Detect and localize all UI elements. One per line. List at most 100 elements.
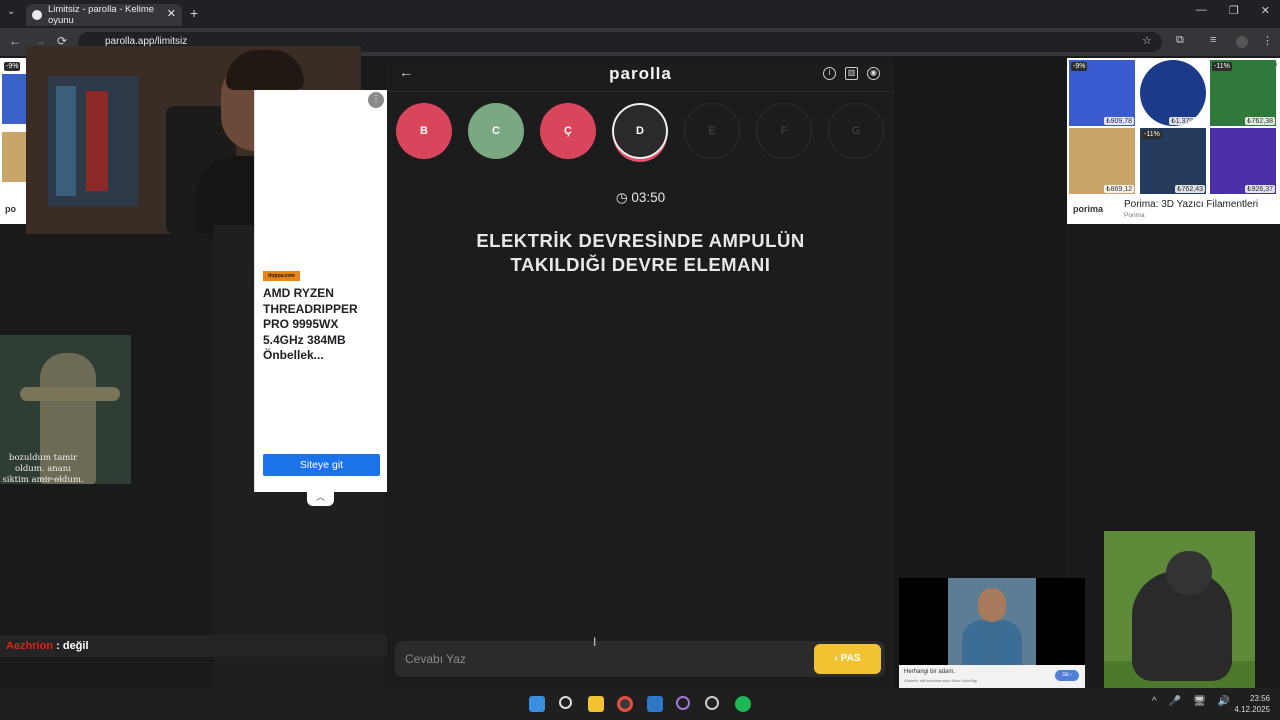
letter-circle-c-cedilla: Ç: [540, 103, 596, 159]
start-windows-icon[interactable]: [529, 696, 545, 712]
reading-list-icon[interactable]: ≡: [1210, 34, 1216, 46]
chevron-right-icon: ›: [834, 653, 838, 664]
letter-circle-d-active: D: [612, 103, 668, 159]
window-close-icon[interactable]: ✕: [1261, 4, 1270, 17]
letter-circle-f: F: [756, 103, 812, 159]
left-ad-strip[interactable]: -9% po: [0, 58, 26, 224]
product-price: ₺926,37: [1245, 185, 1275, 193]
new-tab-button[interactable]: +: [190, 5, 198, 21]
product-tile[interactable]: ₺926,37: [1210, 128, 1276, 194]
tab-search-icon[interactable]: ⌄: [7, 6, 15, 17]
spotify-icon[interactable]: [735, 696, 751, 712]
pass-button[interactable]: › PAS: [814, 644, 881, 674]
question-line-2: TAKILDIĞI DEVRE ELEMANI: [510, 254, 771, 275]
minimize-icon[interactable]: —: [1196, 4, 1207, 17]
question-line-1: ELEKTRİK DEVRESİNDE AMPULÜN: [476, 230, 805, 251]
browser-tab[interactable]: Limitsiz - parolla - Kelime oyunu ✕: [26, 4, 182, 26]
chat-text: değil: [62, 640, 89, 652]
back-icon[interactable]: ←: [9, 34, 21, 48]
product-thumbnail: [2, 132, 26, 182]
microphone-icon[interactable]: 🎤: [1169, 696, 1181, 707]
tray-expand-icon[interactable]: ^: [1152, 696, 1157, 707]
tab-close-icon[interactable]: ✕: [167, 7, 176, 20]
bookmark-star-icon[interactable]: ☆: [1142, 34, 1152, 47]
search-icon[interactable]: [559, 696, 572, 709]
volume-icon[interactable]: 🔊: [1218, 696, 1230, 707]
clock-icon: ◷: [615, 190, 628, 205]
game-header: ← parolla i ▥ ◉: [387, 58, 894, 92]
discount-badge: -11%: [1212, 62, 1232, 71]
letter-circle-g: G: [828, 103, 884, 159]
clock[interactable]: 23:56 4.12.2025: [1234, 693, 1270, 715]
product-tile[interactable]: -11% ₺762,38: [1210, 60, 1276, 126]
collapse-ad-button[interactable]: ︿: [307, 491, 334, 506]
clock-time: 23:56: [1249, 694, 1270, 703]
chat-username: Aezhrion: [6, 640, 54, 652]
parolla-favicon-icon: [32, 10, 42, 20]
window-controls: — ❐ ✕: [1196, 4, 1270, 17]
stats-icon[interactable]: ▥: [845, 67, 858, 80]
product-price: ₺869,12: [1104, 185, 1134, 193]
product-tile[interactable]: -9% ₺909,78: [1069, 60, 1135, 126]
countdown-timer: ◷ 03:50: [387, 190, 894, 206]
porima-logo: po: [5, 204, 16, 214]
discount-badge: -9%: [4, 62, 21, 71]
game-logo: parolla: [609, 64, 672, 83]
video-caption-bar: Herhangi bir adam. Gösterilir: faili bul…: [899, 665, 1085, 688]
text-cursor-icon: I: [593, 635, 597, 649]
product-tile[interactable]: ₺869,12: [1069, 128, 1135, 194]
profile-avatar[interactable]: [1236, 36, 1248, 48]
file-explorer-icon[interactable]: [588, 696, 604, 712]
product-price: ₺909,78: [1104, 117, 1134, 125]
product-ad[interactable]: ⋮ itopya.com AMD RYZEN THREADRIPPER PRO …: [254, 90, 387, 492]
tab-title: Limitsiz - parolla - Kelime oyunu: [47, 4, 155, 26]
menu-dots-icon[interactable]: ⋮: [1262, 34, 1273, 47]
product-tile[interactable]: -11% ₺762,43: [1140, 128, 1206, 194]
photos-icon[interactable]: [647, 696, 663, 712]
ad-menu-icon[interactable]: ⋮: [368, 92, 384, 108]
app-icon[interactable]: [705, 696, 719, 710]
discount-badge: -11%: [1142, 130, 1162, 139]
chrome-icon[interactable]: [617, 696, 633, 712]
chat-separator: :: [53, 640, 63, 652]
browser-tab-bar: ⌄ Limitsiz - parolla - Kelime oyunu ✕ + …: [0, 0, 1280, 28]
meme-overlay: bozuldum tamir oldum. ananı siktim amir …: [0, 335, 131, 484]
network-icon[interactable]: 🖥: [1193, 696, 1206, 707]
question-text: ELEKTRİK DEVRESİNDE AMPULÜN TAKILDIĞI DE…: [427, 229, 854, 277]
ad-title[interactable]: Porima: 3D Yazıcı Filamentleri: [1124, 199, 1258, 210]
porima-logo: porima: [1073, 204, 1104, 214]
game-panel: ← parolla i ▥ ◉ B C Ç D E F G ◷ 03:50 EL…: [387, 58, 894, 688]
restore-icon[interactable]: ❐: [1229, 4, 1239, 17]
product-price: ₺762,38: [1245, 117, 1275, 125]
product-price: ₺762,43: [1175, 185, 1205, 193]
meme-signature: Tyler durden: [40, 476, 63, 481]
app-circle-icon[interactable]: [676, 696, 690, 710]
product-thumbnail: [2, 74, 26, 124]
video-caption: Herhangi bir adam.: [904, 669, 956, 675]
visit-site-button[interactable]: Siteye git: [263, 454, 380, 476]
product-tile[interactable]: ₺1.379,92: [1140, 60, 1206, 126]
system-tray: ^ 🎤 🖥 🔊: [1152, 696, 1230, 707]
timer-value: 03:50: [631, 190, 666, 205]
info-icon[interactable]: i: [823, 67, 836, 80]
profile-icon[interactable]: ◉: [867, 67, 880, 80]
pass-label: PAS: [840, 653, 861, 664]
shopping-ad[interactable]: i -9% ₺909,78 ₺1.379,92 -11% ₺762,38 ₺86…: [1067, 58, 1280, 224]
taskbar: ^ 🎤 🖥 🔊 23:56 4.12.2025: [0, 688, 1280, 720]
product-price: ₺1.379,92: [1169, 117, 1205, 125]
clock-date: 4.12.2025: [1234, 705, 1270, 714]
letter-circle-c: C: [468, 103, 524, 159]
answer-input[interactable]: [405, 649, 795, 669]
extensions-icon[interactable]: ⧉: [1176, 34, 1184, 47]
ad-advertiser: Porima: [1124, 212, 1145, 219]
advertiser-logo: itopya.com: [263, 271, 300, 281]
video-thumbnail: [948, 578, 1036, 665]
header-icons: i ▥ ◉: [823, 67, 880, 80]
video-ad-overlay[interactable]: Herhangi bir adam. Gösterilir: faili bul…: [899, 578, 1085, 688]
ad-title[interactable]: AMD RYZEN THREADRIPPER PRO 9995WX 5.4GHz…: [263, 286, 381, 364]
video-go-button[interactable]: Git ›: [1055, 670, 1079, 681]
letter-circle-b: B: [396, 103, 452, 159]
letter-circle-e: E: [684, 103, 740, 159]
video-subcaption: Gösterilir: faili bulunmaz satıcı Daha F…: [904, 679, 978, 683]
chat-message: Aezhrion : değil: [0, 635, 441, 657]
